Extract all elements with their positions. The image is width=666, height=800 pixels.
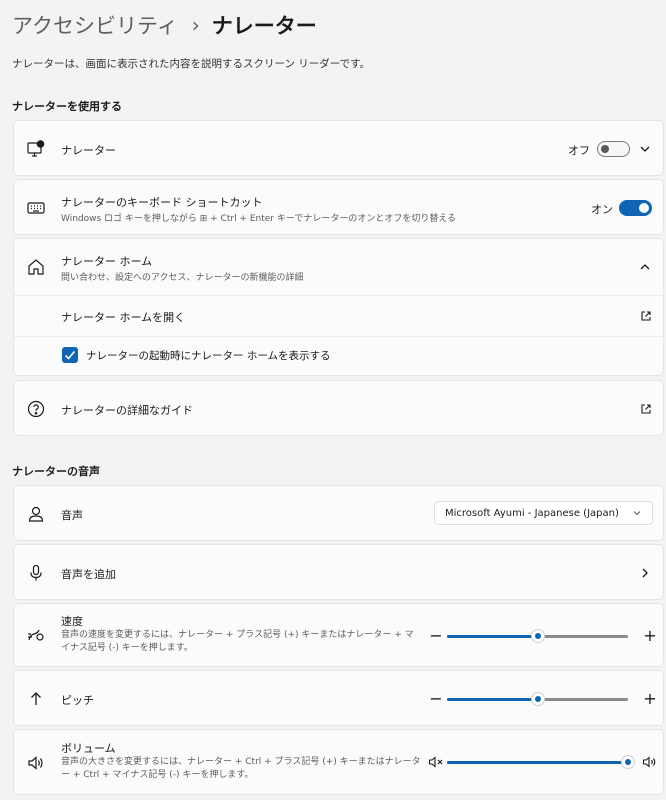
- speed-slider-track[interactable]: [447, 629, 628, 643]
- breadcrumb-separator: ›: [191, 13, 200, 37]
- pitch-slider[interactable]: − +: [428, 689, 658, 709]
- speed-slider-thumb[interactable]: [530, 629, 545, 643]
- page-description: ナレーターは、画面に表示された内容を説明するスクリーン リーダーです。: [12, 58, 371, 70]
- shortcut-toggle[interactable]: [619, 200, 652, 216]
- volume-description: 音声の大きさを変更するには、ナレーター + Ctrl + プラス記号 (+) キ…: [61, 757, 421, 780]
- external-link-icon: [640, 403, 652, 415]
- guide-card[interactable]: ナレーターの詳細なガイド: [13, 380, 664, 436]
- home-icon: [26, 257, 46, 277]
- pitch-increase-button[interactable]: +: [642, 689, 658, 709]
- microphone-icon: [26, 563, 46, 583]
- shortcut-description: Windows ロゴ キーを押しながら ⊞ + Ctrl + Enter キーで…: [61, 214, 457, 224]
- narrator-label: ナレーター: [61, 144, 116, 157]
- narrator-home-header[interactable]: ナレーター ホーム 問い合わせ、設定へのアクセス、ナレーターの新機能の詳細: [14, 239, 663, 295]
- narrator-home-label: ナレーター ホーム: [61, 255, 153, 268]
- add-voice-card[interactable]: 音声を追加: [13, 544, 664, 600]
- pitch-label: ピッチ: [61, 694, 94, 707]
- volume-mute-icon[interactable]: [428, 754, 444, 770]
- narrator-state-text: オフ: [568, 144, 590, 157]
- pitch-slider-thumb[interactable]: [530, 692, 545, 706]
- voice-card: 音声 Microsoft Ayumi - Japanese (Japan): [13, 485, 664, 541]
- help-circle-icon: [26, 399, 46, 419]
- narrator-home-description: 問い合わせ、設定へのアクセス、ナレーターの新機能の詳細: [61, 273, 304, 283]
- volume-slider[interactable]: [428, 752, 658, 772]
- breadcrumb-parent[interactable]: アクセシビリティ: [12, 10, 178, 40]
- volume-slider-thumb[interactable]: [621, 755, 635, 769]
- voice-label: 音声: [61, 509, 83, 522]
- speed-icon: [26, 626, 46, 646]
- section-title-use: ナレーターを使用する: [12, 100, 122, 113]
- speaker-icon: [26, 753, 46, 773]
- startup-home-checkbox[interactable]: [62, 347, 78, 363]
- speed-card: 速度 音声の速度を変更するには、ナレーター + プラス記号 (+) キーまたはナ…: [13, 603, 664, 667]
- chevron-down-icon[interactable]: [638, 142, 652, 156]
- open-narrator-home-row[interactable]: ナレーター ホームを開く: [14, 296, 663, 336]
- shortcut-card: ナレーターのキーボード ショートカット Windows ロゴ キーを押しながら …: [13, 179, 664, 235]
- narrator-monitor-icon: [26, 139, 46, 159]
- shortcut-label: ナレーターのキーボード ショートカット: [61, 196, 263, 209]
- narrator-card[interactable]: ナレーター オフ: [13, 120, 664, 176]
- external-link-icon: [640, 310, 652, 322]
- chevron-down-icon: [632, 508, 642, 518]
- volume-slider-track[interactable]: [447, 755, 635, 769]
- speed-slider-fill: [447, 635, 538, 638]
- chevron-up-icon[interactable]: [638, 260, 652, 274]
- speed-decrease-button[interactable]: −: [428, 626, 444, 646]
- speed-description: 音声の速度を変更するには、ナレーター + プラス記号 (+) キーまたはナレータ…: [61, 630, 414, 653]
- voice-dropdown-value: Microsoft Ayumi - Japanese (Japan): [445, 507, 619, 519]
- startup-home-checkbox-label[interactable]: ナレーターの起動時にナレーター ホームを表示する: [86, 348, 331, 363]
- guide-label: ナレーターの詳細なガイド: [61, 404, 193, 417]
- speed-slider[interactable]: − +: [428, 626, 658, 646]
- page-title: ナレーター: [211, 14, 317, 38]
- volume-slider-fill: [447, 761, 628, 764]
- shortcut-state-text: オン: [591, 203, 613, 216]
- volume-max-icon[interactable]: [642, 754, 658, 770]
- volume-card: ボリューム 音声の大きさを変更するには、ナレーター + Ctrl + プラス記号…: [13, 729, 664, 795]
- pitch-slider-track[interactable]: [447, 692, 628, 706]
- narrator-home-card: ナレーター ホーム 問い合わせ、設定へのアクセス、ナレーターの新機能の詳細 ナレ…: [13, 238, 664, 376]
- speed-increase-button[interactable]: +: [642, 626, 658, 646]
- section-title-voice: ナレーターの音声: [12, 465, 100, 478]
- chevron-right-icon: [638, 566, 652, 580]
- person-icon: [26, 504, 46, 524]
- pitch-decrease-button[interactable]: −: [428, 689, 444, 709]
- startup-home-row: ナレーターの起動時にナレーター ホームを表示する: [14, 337, 663, 377]
- pitch-card: ピッチ − +: [13, 670, 664, 726]
- narrator-toggle[interactable]: [597, 141, 630, 157]
- breadcrumb: アクセシビリティ › ナレーター: [12, 8, 317, 42]
- volume-label: ボリューム: [61, 742, 116, 755]
- pitch-slider-fill: [447, 698, 538, 701]
- add-voice-label: 音声を追加: [61, 568, 116, 581]
- keyboard-icon: [26, 198, 46, 218]
- open-narrator-home-link[interactable]: ナレーター ホームを開く: [61, 309, 185, 325]
- speed-label: 速度: [61, 615, 83, 628]
- arrow-up-icon: [26, 689, 46, 709]
- voice-dropdown[interactable]: Microsoft Ayumi - Japanese (Japan): [434, 501, 653, 525]
